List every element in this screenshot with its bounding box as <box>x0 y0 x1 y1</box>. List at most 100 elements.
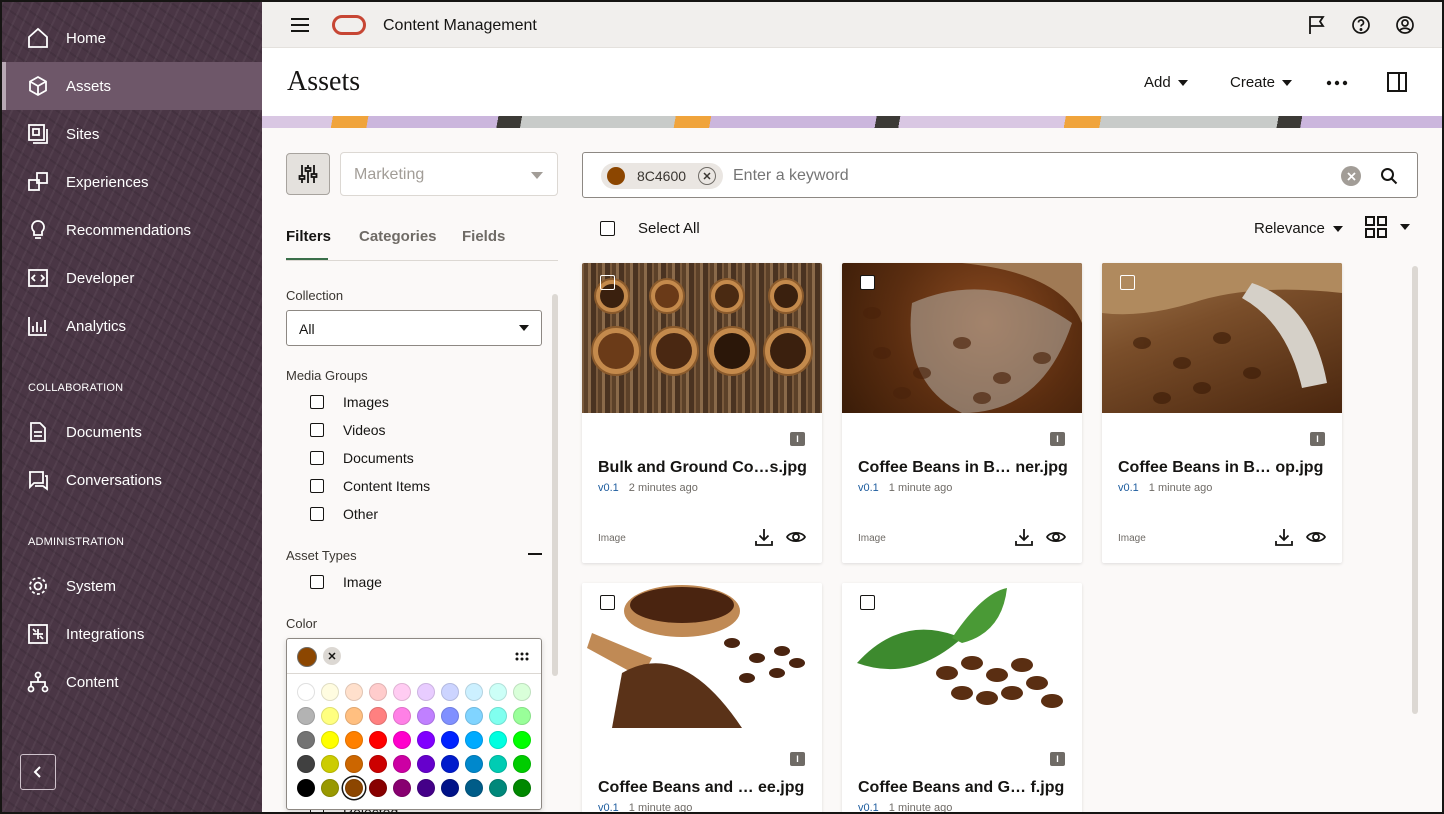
color-swatch[interactable] <box>393 707 411 725</box>
color-swatch[interactable] <box>369 755 387 773</box>
color-swatch[interactable] <box>345 707 363 725</box>
asset-title[interactable]: Coffee Beans in B… op.jpg <box>1118 459 1323 477</box>
search-input[interactable] <box>733 163 1333 189</box>
filter-panel-scrollbar[interactable] <box>552 294 558 676</box>
repository-select[interactable]: Marketing <box>340 152 558 196</box>
color-swatch[interactable] <box>393 731 411 749</box>
asset-thumbnail[interactable] <box>842 583 1082 733</box>
remove-chip-button[interactable] <box>698 167 717 185</box>
filter-toggle-button[interactable] <box>286 153 330 195</box>
asset-title[interactable]: Coffee Beans and G… f.jpg <box>858 779 1064 797</box>
color-swatch[interactable] <box>513 683 531 701</box>
color-swatch[interactable] <box>297 707 315 725</box>
color-swatch[interactable] <box>345 683 363 701</box>
asset-thumbnail[interactable] <box>1102 263 1342 413</box>
asset-card[interactable]: I Coffee Beans and G… f.jpg v0.1 1 minute… <box>842 583 1082 812</box>
select-all-control[interactable]: Select All <box>600 220 700 237</box>
color-swatch[interactable] <box>417 707 435 725</box>
collapse-asset-types-icon[interactable] <box>528 553 542 555</box>
sidebar-item-analytics[interactable]: Analytics <box>2 302 262 350</box>
color-swatch[interactable] <box>369 731 387 749</box>
sidebar-item-recommendations[interactable]: Recommendations <box>2 206 262 254</box>
color-swatch[interactable] <box>489 779 507 797</box>
checkbox[interactable] <box>310 575 324 589</box>
checkbox[interactable] <box>310 451 324 465</box>
color-swatch[interactable] <box>489 731 507 749</box>
checkbox[interactable] <box>310 395 324 409</box>
create-menu-button[interactable]: Create <box>1230 74 1293 91</box>
color-swatch[interactable] <box>345 731 363 749</box>
checkbox[interactable] <box>310 423 324 437</box>
asset-card[interactable]: I Coffee Beans in B… op.jpg v0.1 1 minute… <box>1102 263 1342 563</box>
sidebar-item-system[interactable]: System <box>2 562 262 610</box>
asset-title[interactable]: Bulk and Ground Co…s.jpg <box>598 459 807 477</box>
color-swatch[interactable] <box>321 683 339 701</box>
media-group-images[interactable]: Images <box>310 394 389 410</box>
sidebar-item-documents[interactable]: Documents <box>2 408 262 456</box>
color-swatch[interactable] <box>513 731 531 749</box>
hamburger-menu-button[interactable] <box>288 13 312 37</box>
color-swatch[interactable] <box>369 707 387 725</box>
asset-version[interactable]: v0.1 <box>1118 482 1139 494</box>
sidebar-item-home[interactable]: Home <box>2 14 262 62</box>
color-swatch[interactable] <box>321 707 339 725</box>
asset-thumbnail[interactable] <box>582 263 822 413</box>
sidebar-item-integrations[interactable]: Integrations <box>2 610 262 658</box>
asset-version[interactable]: v0.1 <box>858 482 879 494</box>
asset-select-checkbox[interactable] <box>860 275 875 290</box>
media-group-videos[interactable]: Videos <box>310 422 386 438</box>
color-swatch[interactable] <box>321 755 339 773</box>
preview-button[interactable] <box>786 527 806 547</box>
download-button[interactable] <box>754 527 774 547</box>
color-swatch[interactable] <box>441 731 459 749</box>
asset-thumbnail[interactable] <box>582 583 822 733</box>
color-swatch[interactable] <box>465 707 483 725</box>
sidebar-item-assets[interactable]: Assets <box>2 62 262 110</box>
asset-select-checkbox[interactable] <box>860 595 875 610</box>
color-swatch[interactable] <box>417 731 435 749</box>
asset-select-checkbox[interactable] <box>1120 275 1135 290</box>
color-swatch[interactable] <box>441 707 459 725</box>
asset-version[interactable]: v0.1 <box>598 482 619 494</box>
color-swatch[interactable] <box>297 731 315 749</box>
tab-fields[interactable]: Fields <box>462 228 505 245</box>
asset-card[interactable]: I Coffee Beans and … ee.jpg v0.1 1 minute… <box>582 583 822 812</box>
asset-type-image[interactable]: Image <box>310 574 382 590</box>
clear-search-button[interactable] <box>1341 166 1361 186</box>
search-button[interactable] <box>1378 165 1400 187</box>
color-swatch[interactable] <box>297 779 315 797</box>
asset-grid-scrollbar[interactable] <box>1412 266 1418 714</box>
color-swatch[interactable] <box>465 683 483 701</box>
color-swatch[interactable] <box>489 755 507 773</box>
color-swatch[interactable] <box>465 779 483 797</box>
color-swatch[interactable] <box>393 755 411 773</box>
color-swatch[interactable] <box>417 683 435 701</box>
sidebar-item-sites[interactable]: Sites <box>2 110 262 158</box>
tab-categories[interactable]: Categories <box>359 228 437 245</box>
help-button[interactable] <box>1350 14 1372 36</box>
sidebar-item-developer[interactable]: Developer <box>2 254 262 302</box>
download-button[interactable] <box>1014 527 1034 547</box>
color-swatch[interactable] <box>441 779 459 797</box>
color-swatch[interactable] <box>297 755 315 773</box>
color-swatch[interactable] <box>441 755 459 773</box>
view-mode-button[interactable] <box>1365 216 1410 238</box>
color-swatch[interactable] <box>417 779 435 797</box>
download-button[interactable] <box>1274 527 1294 547</box>
preview-button[interactable] <box>1046 527 1066 547</box>
asset-select-checkbox[interactable] <box>600 595 615 610</box>
tab-filters[interactable]: Filters <box>286 228 331 245</box>
asset-select-checkbox[interactable] <box>600 275 615 290</box>
media-group-documents[interactable]: Documents <box>310 450 414 466</box>
select-all-checkbox[interactable] <box>600 221 615 236</box>
asset-card[interactable]: I Coffee Beans in B… ner.jpg v0.1 1 minut… <box>842 263 1082 563</box>
color-swatch[interactable] <box>393 779 411 797</box>
toggle-side-panel-button[interactable] <box>1386 71 1408 93</box>
asset-version[interactable]: v0.1 <box>858 802 879 812</box>
color-swatch[interactable] <box>369 683 387 701</box>
color-swatch[interactable] <box>513 707 531 725</box>
asset-title[interactable]: Coffee Beans in B… ner.jpg <box>858 459 1068 477</box>
color-swatch[interactable] <box>513 779 531 797</box>
color-swatch[interactable] <box>465 755 483 773</box>
color-swatch[interactable] <box>465 731 483 749</box>
